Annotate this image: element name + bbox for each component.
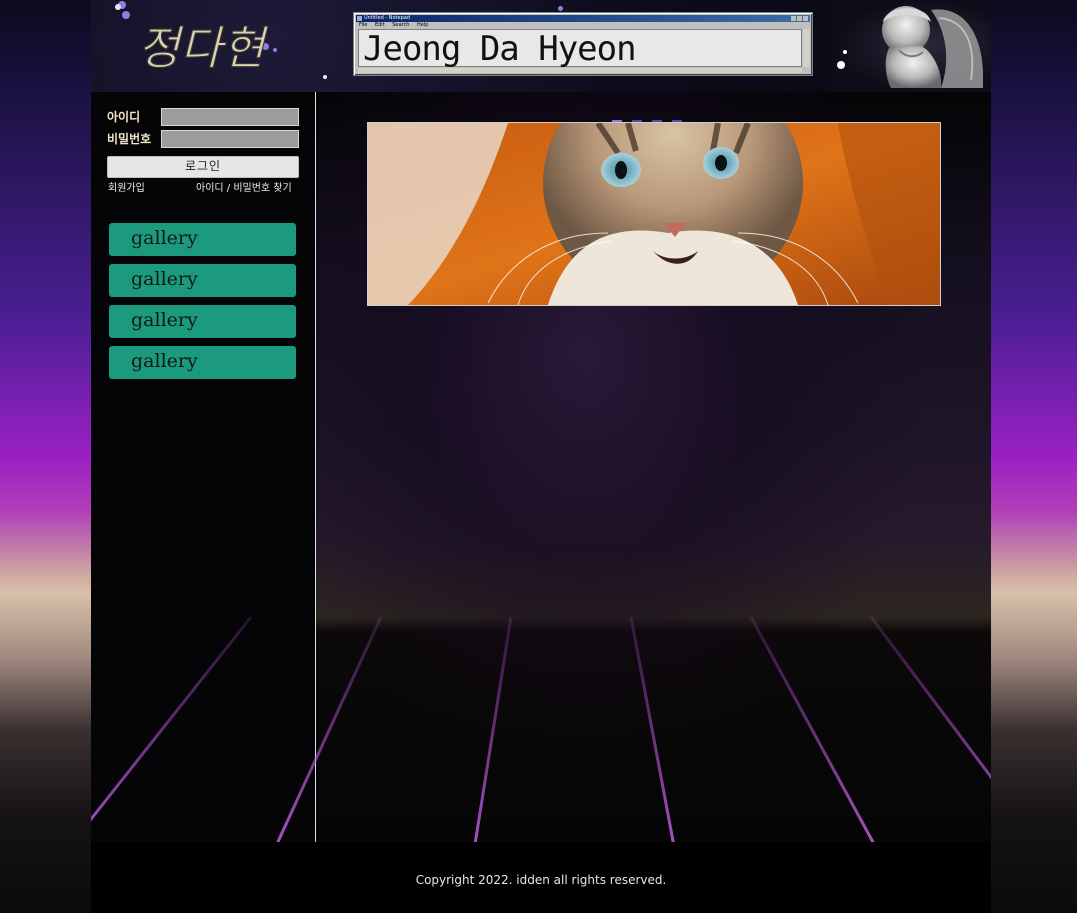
logo-text: 정다현 — [138, 21, 270, 75]
site-title: Jeong Da Hyeon — [363, 29, 637, 69]
id-label: 아이디 — [107, 110, 141, 124]
notepad-menu-search: Search — [392, 22, 410, 28]
signup-link[interactable]: 회원가입 — [108, 182, 145, 196]
login-button[interactable]: 로그인 — [107, 156, 299, 178]
login-password-row: 비밀번호 — [107, 130, 307, 148]
notepad-banner: Untitled - Notepad File Edit Search Help… — [353, 12, 813, 76]
menu-button-gallery-3[interactable]: gallery — [109, 305, 296, 338]
notepad-menu-file: File — [359, 22, 368, 28]
notepad-scrollbar — [803, 29, 810, 67]
find-account-link[interactable]: 아이디 / 비밀번호 찾기 — [196, 182, 292, 196]
notepad-window-title: Untitled - Notepad — [364, 15, 411, 21]
menu-button-gallery-1[interactable]: gallery — [109, 223, 296, 256]
password-input[interactable] — [161, 130, 299, 148]
notepad-menu-help: Help — [417, 22, 429, 28]
star-decoration — [558, 6, 563, 11]
copyright-text: Copyright 2022. idden all rights reserve… — [415, 873, 667, 887]
notepad-menu-edit: Edit — [374, 22, 385, 28]
star-decoration — [122, 11, 130, 19]
notepad-titlebar: Untitled - Notepad — [356, 15, 810, 22]
menu-button-gallery-4[interactable]: gallery — [109, 346, 296, 379]
footer: Copyright 2022. idden all rights reserve… — [91, 842, 991, 913]
star-decoration — [323, 75, 327, 79]
star-decoration — [115, 4, 121, 10]
header: 정다현 Untitled - Notepad File Edit Search … — [91, 0, 991, 98]
notepad-menubar: File Edit Search Help — [359, 22, 434, 29]
neon-grid-floor — [91, 617, 991, 857]
star-decoration — [273, 48, 277, 52]
login-id-row: 아이디 — [107, 108, 307, 126]
page-container: 정다현 Untitled - Notepad File Edit Search … — [91, 0, 991, 913]
menu-button-gallery-2[interactable]: gallery — [109, 264, 296, 297]
slider-banner-cat-image[interactable] — [367, 122, 941, 306]
id-input[interactable] — [161, 108, 299, 126]
password-label: 비밀번호 — [107, 132, 152, 146]
notepad-icon — [357, 16, 362, 21]
notepad-text-area: Jeong Da Hyeon — [358, 29, 802, 69]
site-logo[interactable]: 정다현 — [131, 6, 271, 86]
angel-statue-image — [831, 0, 991, 92]
window-control-buttons — [790, 16, 808, 21]
notepad-scrollbar-horizontal — [358, 68, 802, 73]
